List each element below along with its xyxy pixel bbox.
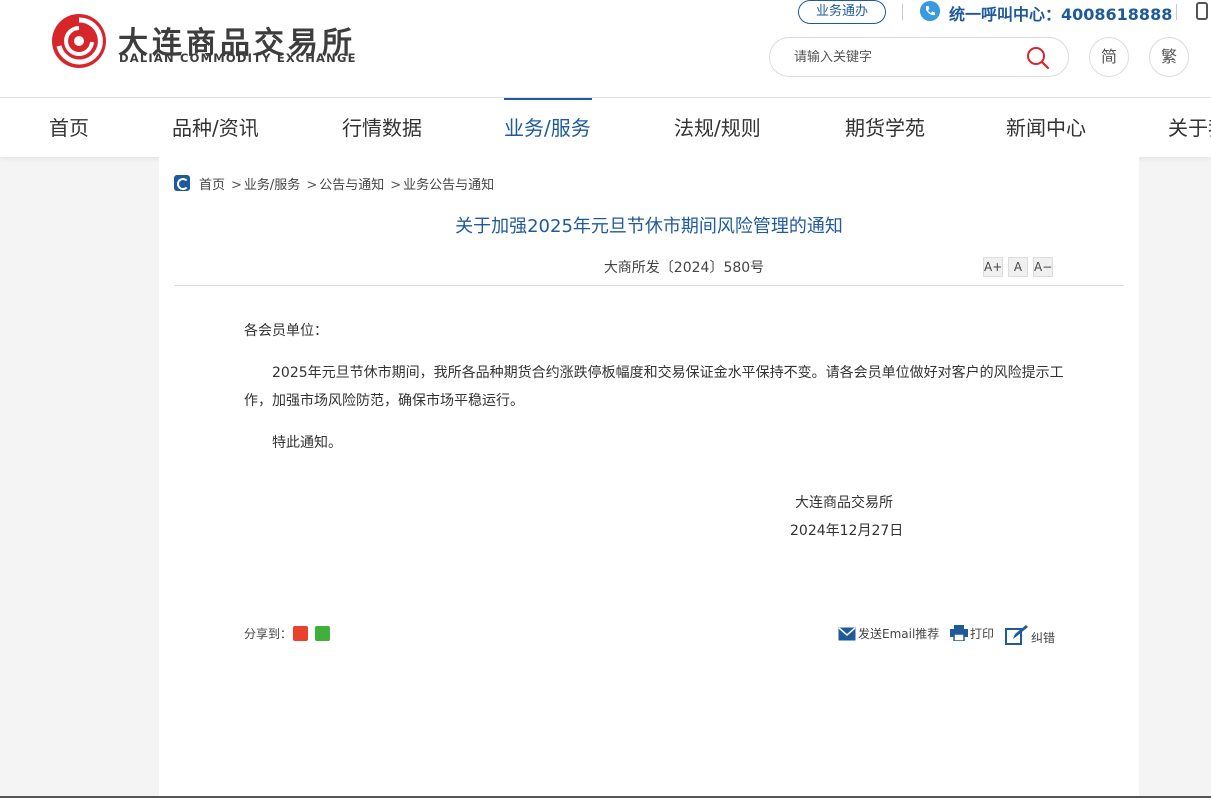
divider — [174, 285, 1124, 286]
divider — [1176, 4, 1177, 20]
traditional-chinese-button[interactable]: 繁 — [1149, 37, 1189, 77]
dce-logo-icon — [52, 14, 106, 68]
nav-item-business[interactable]: 业务/服务 — [504, 98, 592, 158]
email-icon — [838, 627, 856, 641]
breadcrumb-home[interactable]: 首页 — [199, 178, 225, 193]
mobile-icon[interactable] — [1196, 2, 1208, 20]
article-title: 关于加强2025年元旦节休市期间风险管理的通知 — [455, 216, 843, 237]
hotline-text: 统一呼叫中心：4008618888 — [949, 5, 1173, 24]
email-recommend-link[interactable]: 发送Email推荐 — [838, 625, 939, 642]
nav-item-market-data[interactable]: 行情数据 — [342, 98, 422, 158]
logo-english-name: DALIAN COMMODITY EXCHANGE — [119, 51, 357, 65]
signature-organization: 大连商品交易所 — [795, 495, 893, 511]
site-header: 大连商品交易所 DALIAN COMMODITY EXCHANGE 业务通办 统… — [0, 0, 1211, 97]
wechat-share-icon[interactable] — [315, 626, 330, 641]
main-nav: 首页 品种/资讯 行情数据 业务/服务 法规/规则 期货学苑 新闻中心 关于我 — [0, 97, 1211, 157]
divider — [902, 4, 903, 20]
weibo-share-icon[interactable] — [293, 626, 308, 641]
search-icon[interactable] — [1026, 46, 1050, 70]
article-panel: 首页 > 业务/服务 > 公告与通知 > 业务公告与通知 关于加强2025年元旦节休市期间风… — [159, 157, 1139, 798]
font-decrease-button[interactable]: A− — [1033, 257, 1053, 277]
search-input[interactable] — [794, 47, 1014, 67]
business-service-button[interactable]: 业务通办 — [798, 0, 886, 24]
location-icon — [174, 175, 190, 191]
signature-date: 2024年12月27日 — [790, 523, 904, 539]
correction-label: 纠错 — [1031, 631, 1056, 645]
nav-item-news[interactable]: 新闻中心 — [1006, 98, 1086, 158]
nav-item-about[interactable]: 关于我 — [1168, 98, 1211, 158]
breadcrumb-announcements[interactable]: 公告与通知 — [319, 178, 384, 193]
breadcrumb-separator: > — [231, 178, 242, 193]
share-label: 分享到： — [244, 627, 293, 641]
nav-item-home[interactable]: 首页 — [49, 98, 89, 158]
font-default-button[interactable]: A — [1008, 257, 1028, 277]
search-box — [769, 37, 1069, 77]
nav-item-academy[interactable]: 期货学苑 — [845, 98, 925, 158]
phone-icon — [920, 1, 940, 21]
breadcrumb-separator: > — [390, 178, 402, 193]
salutation: 各会员单位： — [244, 323, 328, 339]
print-link[interactable]: 打印 — [950, 625, 994, 642]
breadcrumb-business[interactable]: 业务/服务 — [244, 178, 300, 193]
breadcrumb-business-notices[interactable]: 业务公告与通知 — [403, 178, 494, 193]
breadcrumb: 首页 > 业务/服务 > 公告与通知 > 业务公告与通知 — [199, 174, 496, 193]
print-label: 打印 — [970, 627, 995, 641]
correction-link[interactable]: 纠错 — [1005, 625, 1055, 646]
nav-item-regulations[interactable]: 法规/规则 — [674, 98, 761, 158]
site-logo[interactable]: 大连商品交易所 DALIAN COMMODITY EXCHANGE — [50, 12, 360, 72]
article-paragraph: 2025年元旦节休市期间，我所各品种期货合约涨跌停板幅度和交易保证金水平保持不变… — [244, 365, 1064, 409]
email-label: 发送Email推荐 — [858, 627, 940, 641]
closing-text: 特此通知。 — [272, 435, 342, 451]
breadcrumb-separator: > — [306, 178, 318, 193]
nav-item-products[interactable]: 品种/资讯 — [172, 98, 259, 158]
printer-icon — [950, 625, 968, 641]
font-increase-button[interactable]: A+ — [983, 257, 1003, 277]
simplified-chinese-button[interactable]: 简 — [1089, 37, 1129, 77]
edit-icon — [1005, 625, 1028, 645]
